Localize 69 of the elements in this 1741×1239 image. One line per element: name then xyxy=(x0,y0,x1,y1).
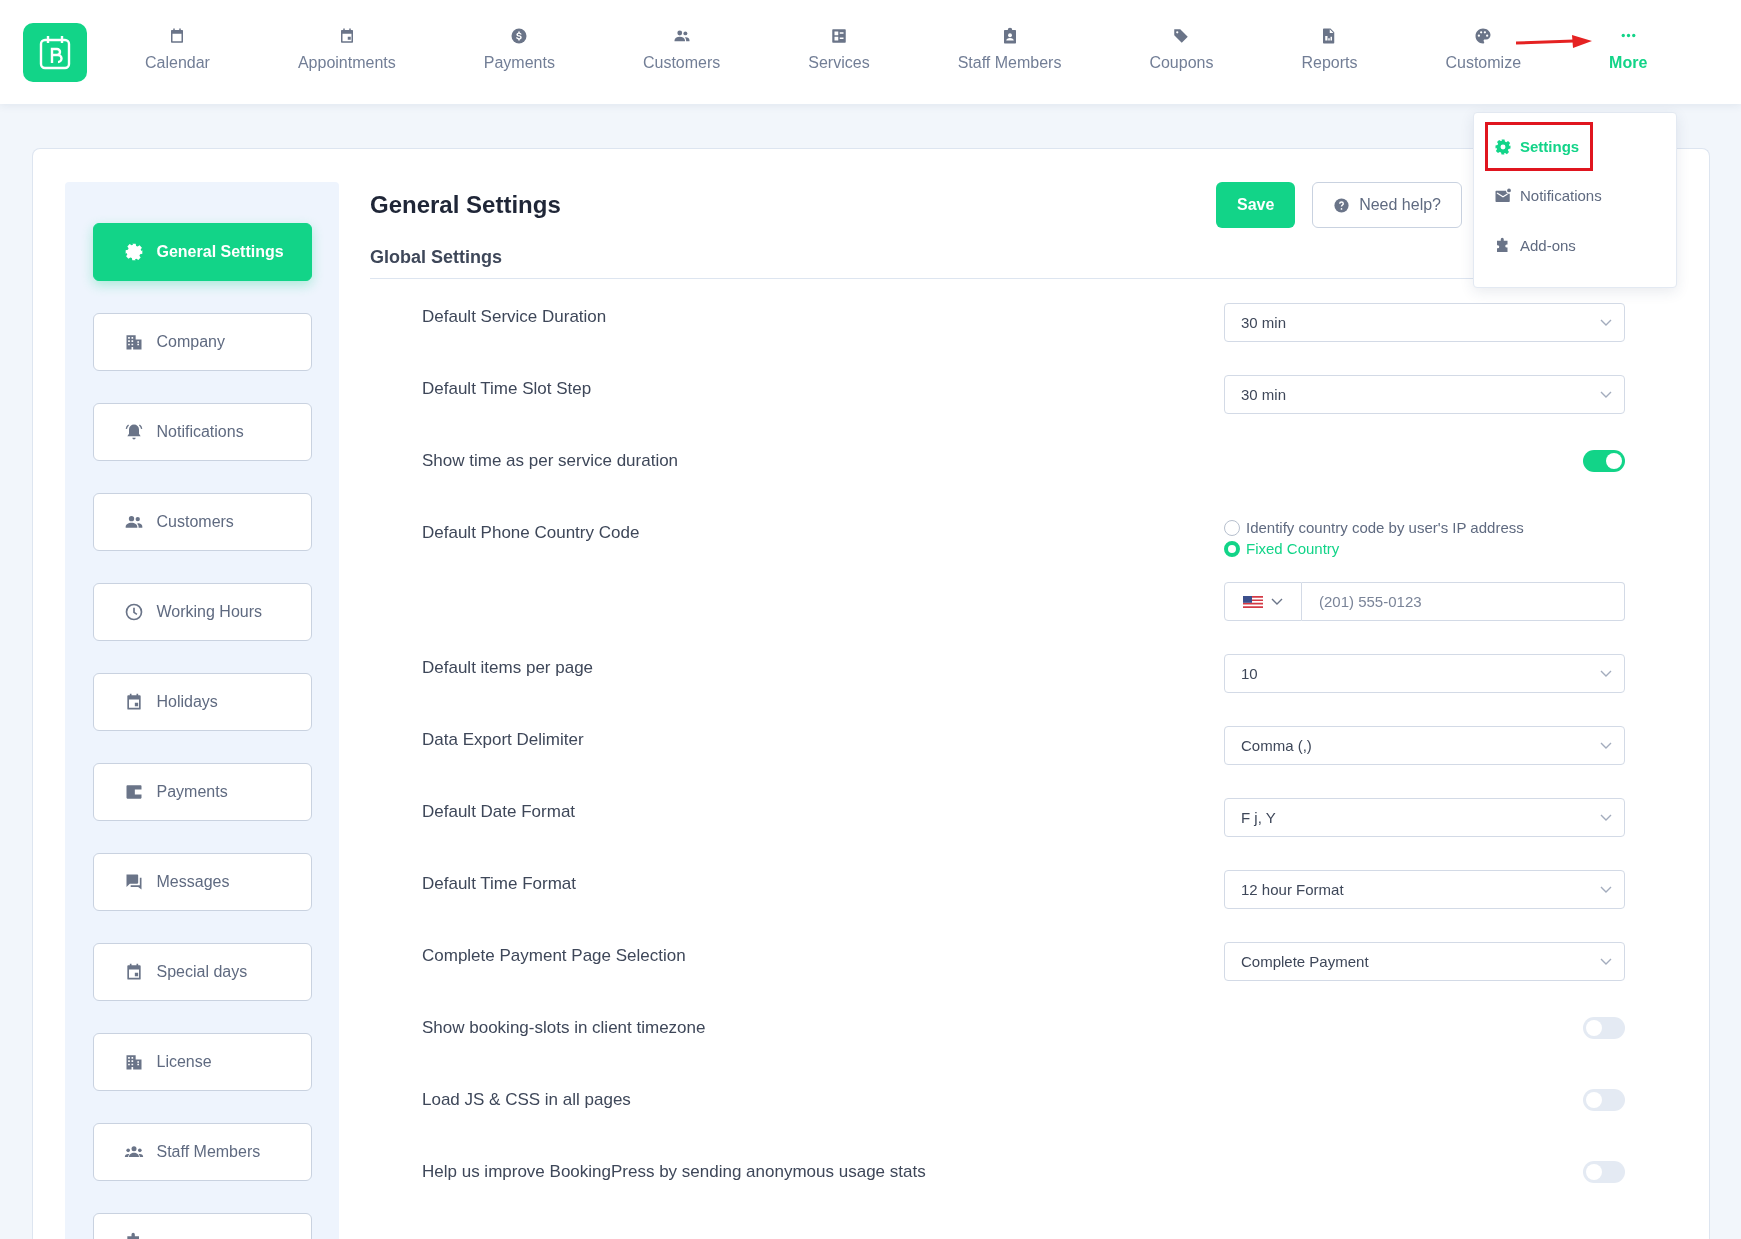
nav-tab[interactable]: Coupons xyxy=(1149,26,1214,78)
chevron-icon xyxy=(1600,390,1612,399)
sidebar-item[interactable]: Customers xyxy=(92,493,312,551)
clock-icon xyxy=(123,602,144,622)
nav-tab[interactable]: Customize xyxy=(1445,26,1522,78)
setting-label: Load JS & CSS in all pages xyxy=(422,1089,631,1111)
chevron-icon xyxy=(1600,957,1612,966)
page-title: General Settings xyxy=(370,191,562,219)
setting-label: Default Time Slot Step xyxy=(422,378,592,400)
setting-label: Help us improve BookingPress by sending anonymous usage stats xyxy=(422,1161,926,1183)
setting-label: Default items per page xyxy=(422,657,594,679)
more-icon xyxy=(1620,33,1636,38)
sidebar-item[interactable]: Notifications xyxy=(92,403,312,461)
toggle-switch[interactable] xyxy=(1583,450,1625,472)
nav-tab[interactable]: Payments xyxy=(483,26,555,78)
chevron-icon xyxy=(1600,885,1612,894)
mail-icon xyxy=(1494,186,1512,205)
chevron-icon xyxy=(1600,813,1612,822)
setting-label: Data Export Delimiter xyxy=(422,729,584,751)
help-icon xyxy=(1333,196,1351,214)
dropdown-field[interactable]: F j, Y xyxy=(1224,798,1625,837)
menu-item[interactable]: Notifications xyxy=(1485,175,1614,216)
nav-tab[interactable]: Calendar xyxy=(145,26,210,78)
setting-label: Default Service Duration xyxy=(422,306,607,328)
settings-icon xyxy=(1494,137,1512,156)
tag-icon xyxy=(1172,26,1191,45)
toggle-switch[interactable] xyxy=(1583,1017,1625,1039)
dropdown-field[interactable]: 10 xyxy=(1224,654,1625,693)
dollar-icon xyxy=(510,26,529,45)
chevron-icon xyxy=(1600,741,1612,750)
chevron-icon xyxy=(1600,669,1612,678)
sidebar-item[interactable]: License xyxy=(92,1033,312,1091)
sidebar-item[interactable]: Holidays xyxy=(92,673,312,731)
sidebar-item[interactable]: Company xyxy=(92,313,312,371)
dropdown-field[interactable]: Comma (,) xyxy=(1224,726,1625,765)
dropdown-field[interactable]: 30 min xyxy=(1224,375,1625,414)
dropdown-field[interactable]: 12 hour Format xyxy=(1224,870,1625,909)
setting-label: Show booking-slots in client timezone xyxy=(422,1017,706,1039)
sidebar-item[interactable]: Staff Members xyxy=(92,1123,312,1181)
nav-tab[interactable]: Customers xyxy=(642,26,721,78)
sidebar-item[interactable]: Payments xyxy=(92,763,312,821)
palette-icon xyxy=(1474,26,1493,45)
help-button[interactable]: Need help? xyxy=(1312,182,1462,228)
nav-tab[interactable]: Staff Members xyxy=(957,26,1062,78)
toggle-switch[interactable] xyxy=(1583,1089,1625,1111)
settings-icon xyxy=(123,242,144,262)
setting-label: Complete Payment Page Selection xyxy=(422,945,686,967)
country-code-select[interactable] xyxy=(1224,582,1302,621)
phone-input[interactable]: (201) 555-0123 xyxy=(1302,582,1625,621)
radio-option[interactable]: Identify country code by user's IP address xyxy=(1224,519,1625,536)
setting-label: Show time as per service duration xyxy=(422,450,679,472)
list-icon xyxy=(829,26,848,45)
sidebar-item[interactable]: Working Hours xyxy=(92,583,312,641)
setting-label: Default Time Format xyxy=(422,873,576,895)
sidebar-item[interactable]: Special days xyxy=(92,943,312,1001)
nav-tab[interactable]: Appointments xyxy=(297,26,396,78)
dropdown-field[interactable]: Complete Payment xyxy=(1224,942,1625,981)
flag-icon xyxy=(1243,595,1263,608)
dropdown-field[interactable]: 30 min xyxy=(1224,303,1625,342)
chevron-icon xyxy=(1271,597,1283,606)
app-logo[interactable] xyxy=(23,22,87,82)
nav-tab[interactable]: Reports xyxy=(1301,26,1358,78)
bell-icon xyxy=(123,422,144,442)
setting-label: Default Phone Country Code xyxy=(422,522,640,544)
toggle-switch[interactable] xyxy=(1583,1161,1625,1183)
setting-label: Default Date Format xyxy=(422,801,576,823)
nav-tab[interactable]: Services xyxy=(808,26,870,78)
sidebar-item[interactable]: Messages xyxy=(92,853,312,911)
chevron-icon xyxy=(1600,318,1612,327)
